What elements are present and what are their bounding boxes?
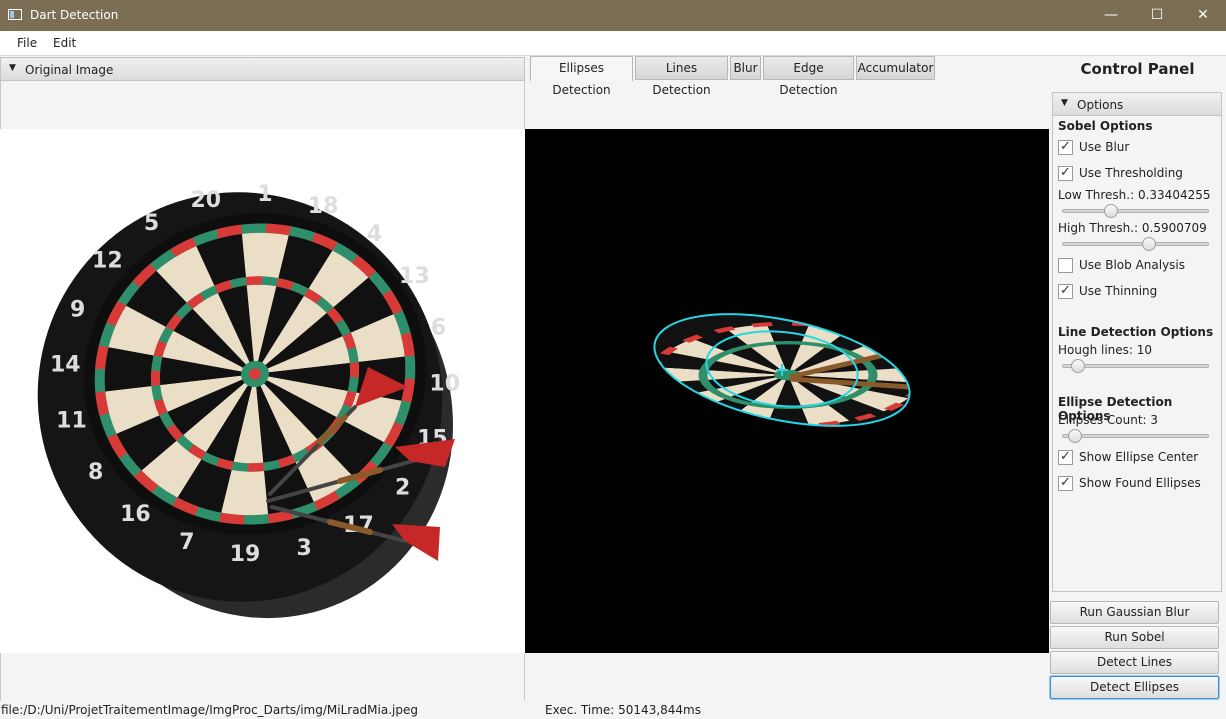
file-path-status: file:/D:/Uni/ProjetTraitementImage/ImgPr…	[1, 703, 418, 717]
board-number: 9	[70, 297, 85, 322]
board-number: 8	[88, 460, 103, 485]
ellipse-detection-canvas	[645, 309, 920, 439]
use-thinning-label: Use Thinning	[1079, 284, 1158, 298]
ellipses-result-image	[525, 129, 1049, 653]
hough-lines-label: Hough lines: 10	[1058, 343, 1153, 357]
board-number: 13	[399, 264, 430, 289]
window-title: Dart Detection	[30, 8, 119, 22]
board-number: 7	[179, 530, 194, 555]
maximize-button[interactable]: ☐	[1134, 0, 1180, 31]
board-number: 19	[230, 542, 261, 567]
ellipses-count-label: Ellipses Count: 3	[1058, 413, 1159, 427]
line-detection-options-title: Line Detection Options	[1058, 325, 1214, 339]
menu-bar: File Edit	[0, 31, 1226, 56]
low-thresh-label: Low Thresh.: 0.33404255	[1058, 188, 1211, 202]
collapse-arrow-icon: ▼	[9, 63, 16, 73]
board-number: 14	[50, 353, 81, 378]
show-ellipse-center-checkbox[interactable]	[1058, 449, 1073, 465]
app-icon	[8, 9, 22, 20]
high-thresh-label: High Thresh.: 0.5900709	[1058, 221, 1207, 235]
close-button[interactable]: ✕	[1180, 0, 1226, 31]
use-blur-checkbox[interactable]	[1058, 139, 1073, 155]
hough-lines-slider[interactable]	[1062, 359, 1209, 373]
board-number: 6	[431, 315, 446, 340]
hough-lines-slider-thumb[interactable]	[1070, 359, 1085, 373]
board-number: 10	[429, 371, 460, 396]
options-header[interactable]: ▼ Options	[1052, 92, 1222, 116]
low-thresh-slider-thumb[interactable]	[1104, 204, 1119, 218]
board-number: 20	[191, 188, 222, 213]
use-blob-analysis-checkbox[interactable]	[1058, 258, 1073, 273]
board-number: 16	[120, 502, 151, 527]
ellipses-count-slider[interactable]	[1062, 429, 1209, 443]
ellipses-count-slider-thumb[interactable]	[1067, 429, 1082, 443]
board-number: 11	[56, 409, 87, 434]
minimize-button[interactable]: —	[1088, 0, 1134, 31]
low-thresh-slider[interactable]	[1062, 204, 1209, 218]
tab-blur[interactable]: Blur	[730, 56, 761, 80]
use-blur-label: Use Blur	[1079, 140, 1130, 154]
run-gaussian-blur-button[interactable]: Run Gaussian Blur	[1050, 601, 1219, 624]
use-thresholding-label: Use Thresholding	[1079, 166, 1183, 180]
status-bar: file:/D:/Uni/ProjetTraitementImage/ImgPr…	[0, 701, 1226, 719]
detect-lines-button[interactable]: Detect Lines	[1050, 651, 1219, 674]
title-bar: Dart Detection — ☐ ✕	[0, 0, 1226, 31]
board-number: 1	[257, 182, 272, 207]
board-number: 18	[308, 194, 339, 219]
board-number: 12	[92, 249, 123, 274]
use-thinning-checkbox[interactable]	[1058, 283, 1073, 299]
tab-ellipses-detection[interactable]: Ellipses Detection	[530, 56, 633, 97]
high-thresh-slider[interactable]	[1062, 237, 1209, 251]
original-image-title: Original Image	[25, 63, 114, 77]
board-number: 5	[144, 211, 159, 236]
use-blob-analysis-label: Use Blob Analysis	[1079, 258, 1186, 272]
run-sobel-button[interactable]: Run Sobel	[1050, 626, 1219, 649]
detect-ellipses-button[interactable]: Detect Ellipses	[1050, 676, 1219, 699]
board-number: 2	[395, 475, 410, 500]
tab-accumulator[interactable]: Accumulator	[856, 56, 935, 80]
use-thresholding-checkbox[interactable]	[1058, 165, 1073, 181]
dartboard-image: 20 1 1841361015217319716811149125	[37, 182, 460, 619]
exec-time-status: Exec. Time: 50143,844ms	[545, 703, 701, 717]
tab-lines-detection[interactable]: Lines Detection	[635, 56, 728, 97]
options-title: Options	[1077, 98, 1124, 112]
control-panel-title: Control Panel	[1080, 60, 1195, 78]
high-thresh-slider-thumb[interactable]	[1141, 237, 1156, 251]
menu-file[interactable]: File	[17, 36, 37, 50]
control-panel: Control Panel ▼ Options Sobel Options Us…	[1049, 56, 1226, 719]
board-number: 4	[367, 222, 382, 247]
show-found-ellipses-label: Show Found Ellipses	[1079, 476, 1201, 490]
options-box: ▼ Options Sobel Options Use Blur Use Thr…	[1052, 92, 1222, 592]
tab-edge-detection[interactable]: Edge Detection	[763, 56, 854, 97]
original-image: 20 1 18 4 13 6 10 15 2 17 3 19 7 16 8 11 14 9 12 5	[0, 129, 525, 653]
show-ellipse-center-label: Show Ellipse Center	[1079, 450, 1199, 464]
original-image-header[interactable]: ▼ Original Image	[0, 57, 525, 81]
board-number: 3	[297, 536, 312, 561]
collapse-arrow-icon: ▼	[1061, 98, 1068, 108]
menu-edit[interactable]: Edit	[53, 36, 76, 50]
show-found-ellipses-checkbox[interactable]	[1058, 475, 1073, 491]
sobel-options-title: Sobel Options	[1058, 119, 1153, 133]
